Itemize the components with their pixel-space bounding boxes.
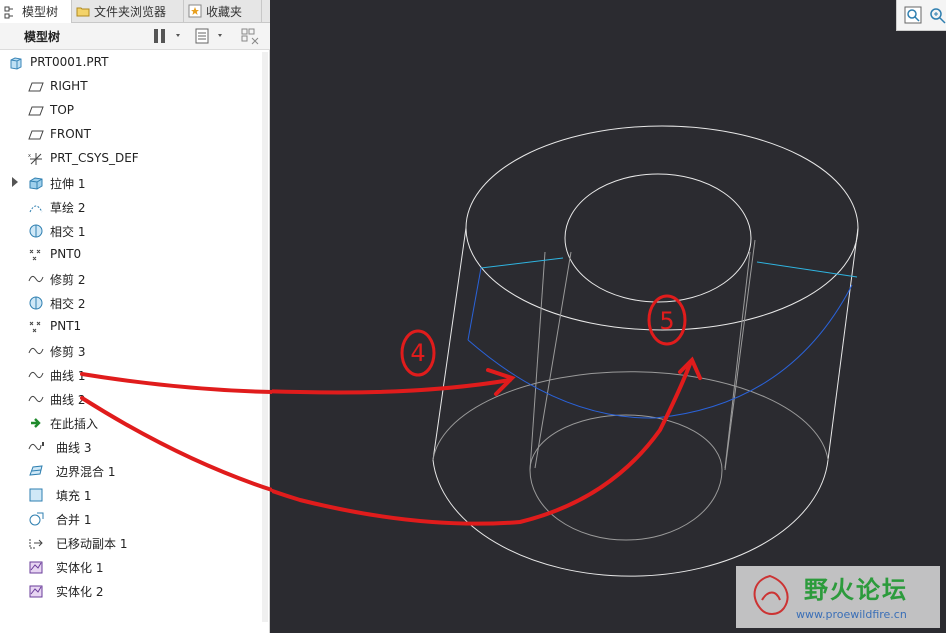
annotation-4-label: 4 — [410, 339, 425, 367]
zoom-fit-button[interactable] — [903, 5, 923, 25]
zoom-fit-icon — [904, 6, 922, 24]
annotation-5-label: 5 — [659, 307, 674, 335]
watermark-title: 野火论坛 — [804, 576, 908, 604]
zoom-in-button[interactable] — [927, 5, 946, 25]
forum-watermark: 野火论坛 www.proewildfire.cn — [736, 566, 940, 628]
forum-logo-icon — [753, 574, 789, 615]
zoom-in-icon — [930, 8, 946, 24]
graphics-viewport[interactable]: 4 5 — [272, 0, 946, 633]
watermark-url: www.proewildfire.cn — [796, 608, 907, 621]
annotation-arrow-tails — [80, 372, 272, 492]
view-toolbar — [896, 0, 946, 31]
